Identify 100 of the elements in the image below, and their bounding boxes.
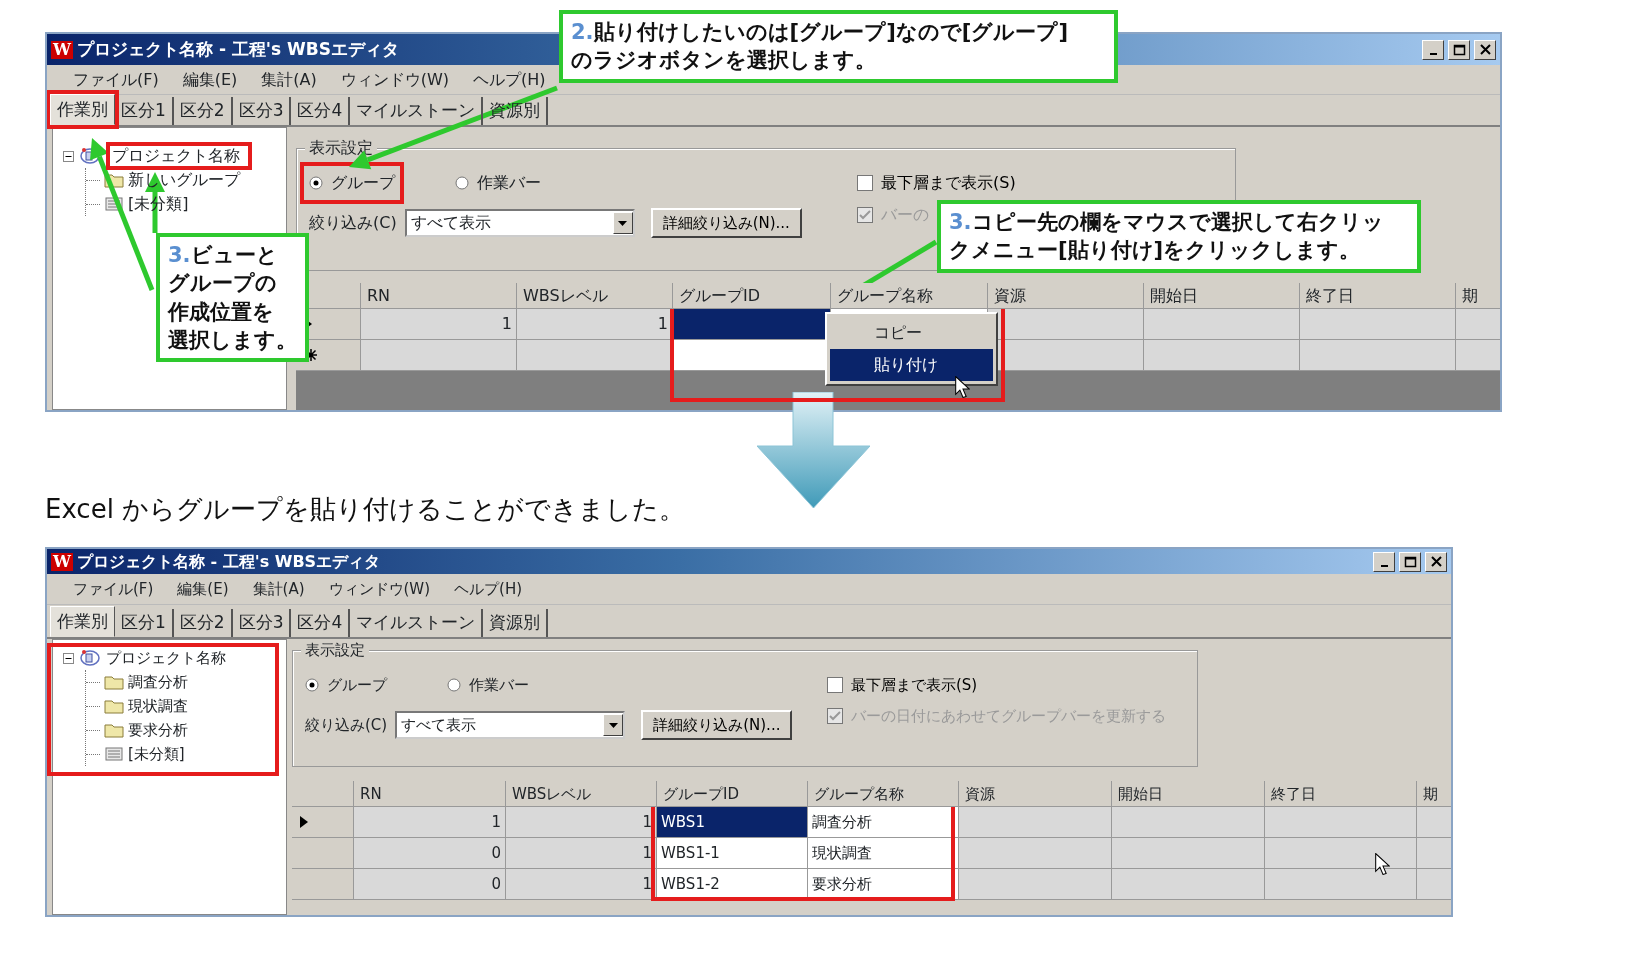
tree-item[interactable]: プロジェクト名称 (106, 142, 252, 170)
tab[interactable]: マイルストーン (350, 97, 484, 125)
tab[interactable]: 区分1 (115, 97, 174, 125)
filter-label: 絞り込み(C) (305, 714, 388, 736)
grid-cell[interactable]: 1 (361, 309, 517, 340)
tab[interactable]: 区分1 (115, 609, 174, 637)
tab[interactable]: 区分3 (232, 97, 292, 125)
grid-cell[interactable] (517, 340, 673, 371)
grid-cell[interactable] (1417, 838, 1451, 869)
column-header: 開始日 (1144, 283, 1300, 309)
grid-cell[interactable] (1112, 869, 1265, 900)
grid-cell[interactable] (1112, 807, 1265, 838)
grid-cell[interactable]: 調査分析 (808, 807, 959, 838)
menu-item[interactable]: ファイル(F) (61, 67, 171, 92)
tab[interactable]: 資源別 (483, 609, 549, 637)
close-button[interactable] (1474, 39, 1496, 60)
grid-cell[interactable] (1417, 869, 1451, 900)
menu-item[interactable]: 集計(A) (249, 67, 329, 92)
grid-cell[interactable] (1456, 340, 1500, 371)
column-header: 開始日 (1112, 781, 1265, 807)
radio-button[interactable]: 作業バー (455, 171, 541, 195)
close-icon (1478, 43, 1492, 56)
grid-cell[interactable] (1265, 807, 1417, 838)
tab[interactable]: 区分4 (291, 609, 351, 637)
grid-cell[interactable] (1300, 309, 1456, 340)
grid-cell[interactable] (1417, 807, 1451, 838)
grid-cell[interactable]: 0 (354, 838, 506, 869)
minimize-button[interactable] (1422, 39, 1444, 60)
grid-cell[interactable]: 1 (506, 838, 657, 869)
tree-item[interactable]: 調査分析 (128, 670, 188, 694)
column-header: グループ名称 (831, 283, 988, 309)
maximize-button[interactable] (1399, 551, 1421, 572)
grid-cell[interactable]: 0 (354, 869, 506, 900)
caret-icon (608, 722, 618, 728)
menu-item[interactable]: 貼り付け (830, 349, 993, 381)
list-icon (104, 746, 124, 762)
tree-item[interactable]: 現状調査 (128, 694, 188, 718)
tab[interactable]: マイルストーン (350, 609, 484, 637)
menu-item[interactable]: ファイル(F) (61, 577, 166, 601)
grid-cell[interactable] (1456, 309, 1500, 340)
grid-cell[interactable] (673, 309, 831, 340)
menu-item[interactable]: コピー (830, 317, 993, 349)
grid-cell[interactable] (1144, 309, 1300, 340)
tab[interactable]: 区分3 (232, 609, 292, 637)
tab[interactable]: 区分2 (173, 97, 233, 125)
dropdown[interactable]: すべて表示 (395, 711, 626, 739)
tab[interactable]: 区分4 (291, 97, 351, 125)
column-header: 終了日 (1265, 781, 1417, 807)
menu-item[interactable]: 編集(E) (165, 577, 241, 601)
callout-text: 3.コピー先の欄をマウスで選択して右クリッ クメニュー[貼り付け]をクリックします。 (949, 209, 1385, 265)
grid-cell[interactable]: 1 (517, 309, 673, 340)
tab[interactable]: 区分2 (173, 609, 233, 637)
grid-cell[interactable] (959, 838, 1112, 869)
close-icon (1429, 555, 1443, 568)
grid-cell[interactable]: WBS1 (657, 807, 808, 838)
grid-cell[interactable] (1265, 869, 1417, 900)
menu-item[interactable]: ヘルプ(H) (461, 67, 558, 92)
dropdown[interactable]: すべて表示 (404, 209, 635, 237)
grid-cell[interactable]: 1 (506, 869, 657, 900)
grid-cell[interactable]: 1 (354, 807, 506, 838)
radio-button[interactable]: グループ (305, 673, 387, 697)
close-button[interactable] (1425, 551, 1447, 572)
menu-item[interactable]: ウィンドウ(W) (328, 67, 462, 92)
minimize-button[interactable] (1373, 551, 1395, 572)
grid-cell[interactable]: 1 (506, 807, 657, 838)
grid-cell[interactable]: 現状調査 (808, 838, 959, 869)
tree-item[interactable]: プロジェクト名称 (106, 646, 226, 670)
folder-icon (104, 698, 124, 714)
grid-cell[interactable] (988, 309, 1144, 340)
checkbox[interactable]: 最下層まで表示(S) (857, 167, 1223, 199)
caption-text: Excel からグループを貼り付けることができました。 (45, 493, 687, 526)
menu-item[interactable]: ウィンドウ(W) (316, 577, 443, 601)
checkbox[interactable]: 最下層まで表示(S) (827, 669, 1185, 701)
grid-cell[interactable] (1112, 838, 1265, 869)
column-header: 期 (1456, 283, 1500, 309)
radio-button[interactable]: 作業バー (447, 673, 529, 697)
menu-item[interactable]: 集計(A) (240, 577, 317, 601)
grid-cell[interactable] (361, 340, 517, 371)
menu-item[interactable]: ヘルプ(H) (442, 577, 535, 601)
grid-cell[interactable] (1144, 340, 1300, 371)
grid-cell[interactable] (959, 869, 1112, 900)
grid-cell[interactable] (1300, 340, 1456, 371)
radio-button[interactable]: グループ (309, 171, 395, 195)
tree-item[interactable]: 要求分析 (128, 718, 188, 742)
mouse-cursor-icon (1375, 853, 1390, 875)
callout-text: 3.ビューと グループの 作成位置を 選択します。 (168, 242, 297, 355)
tree-item[interactable]: [未分類] (128, 742, 185, 766)
maximize-button[interactable] (1448, 39, 1470, 60)
menu-item[interactable]: 編集(E) (170, 67, 250, 92)
detail-filter-button[interactable]: 詳細絞り込み(N)... (641, 710, 793, 740)
dropdown-button[interactable] (612, 212, 633, 234)
group-title: 表示設定 (305, 138, 377, 158)
dropdown-button[interactable] (603, 714, 624, 736)
window-title: プロジェクト名称 - 工程's WBSエディタ (76, 37, 400, 61)
grid-cell[interactable] (959, 807, 1112, 838)
grid-cell[interactable] (1265, 838, 1417, 869)
folder-icon (104, 674, 124, 690)
grid-cell[interactable]: WBS1-1 (657, 838, 808, 869)
detail-filter-button[interactable]: 詳細絞り込み(N)... (650, 208, 802, 238)
tab[interactable]: 作業別 (50, 606, 115, 637)
